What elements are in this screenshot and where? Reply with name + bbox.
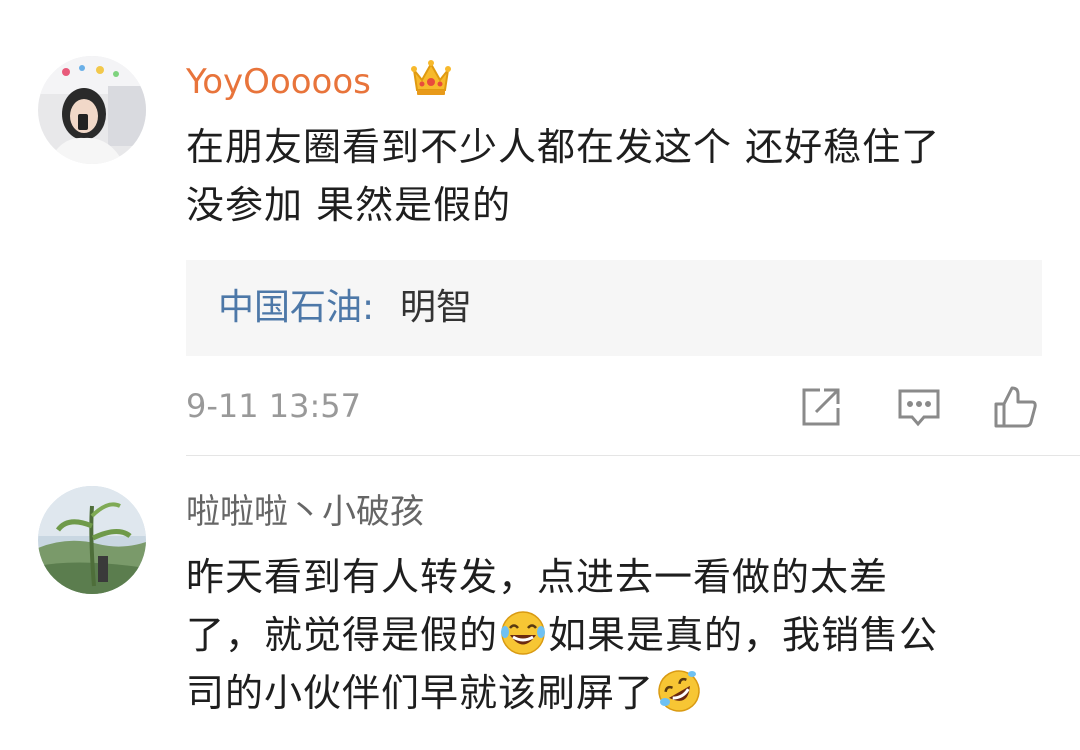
reply-preview[interactable]: 中国石油: 明智	[186, 260, 1042, 356]
like-icon[interactable]	[992, 384, 1038, 430]
comment-segment: 司的小伙伴们早就该刷屏了	[186, 671, 655, 715]
comment-text: 昨天看到有人转发，点进去一看做的太差 了，就觉得是假的 如果是真的，我销售公 司…	[186, 548, 938, 722]
comment-segment: 如果是真的，我销售公	[548, 613, 939, 657]
share-icon[interactable]	[798, 384, 844, 430]
reply-author[interactable]: 中国石油:	[218, 286, 374, 330]
comment-line: 在朋友圈看到不少人都在发这个 还好稳住了	[186, 125, 941, 169]
username[interactable]: YoyOoooos	[186, 62, 371, 102]
rolling-laugh-emoji	[656, 668, 702, 714]
comment-text: 在朋友圈看到不少人都在发这个 还好稳住了 没参加 果然是假的	[186, 118, 940, 234]
laughing-tears-emoji	[500, 610, 546, 656]
comment-line: 没参加 果然是假的	[186, 183, 512, 227]
username[interactable]: 啦啦啦丶小破孩	[186, 492, 424, 532]
comment-line: 了，就觉得是假的 如果是真的，我销售公	[186, 606, 938, 664]
comment-icon[interactable]	[896, 384, 942, 430]
comment-line: 昨天看到有人转发，点进去一看做的太差	[186, 555, 889, 599]
avatar[interactable]	[38, 486, 146, 594]
divider	[186, 455, 1080, 456]
crown-icon	[410, 58, 452, 98]
comment-segment: 了，就觉得是假的	[186, 613, 499, 657]
avatar[interactable]	[38, 56, 146, 164]
comment-line: 司的小伙伴们早就该刷屏了	[186, 664, 938, 722]
timestamp: 9-11 13:57	[186, 387, 362, 425]
reply-text: 明智	[400, 287, 473, 328]
